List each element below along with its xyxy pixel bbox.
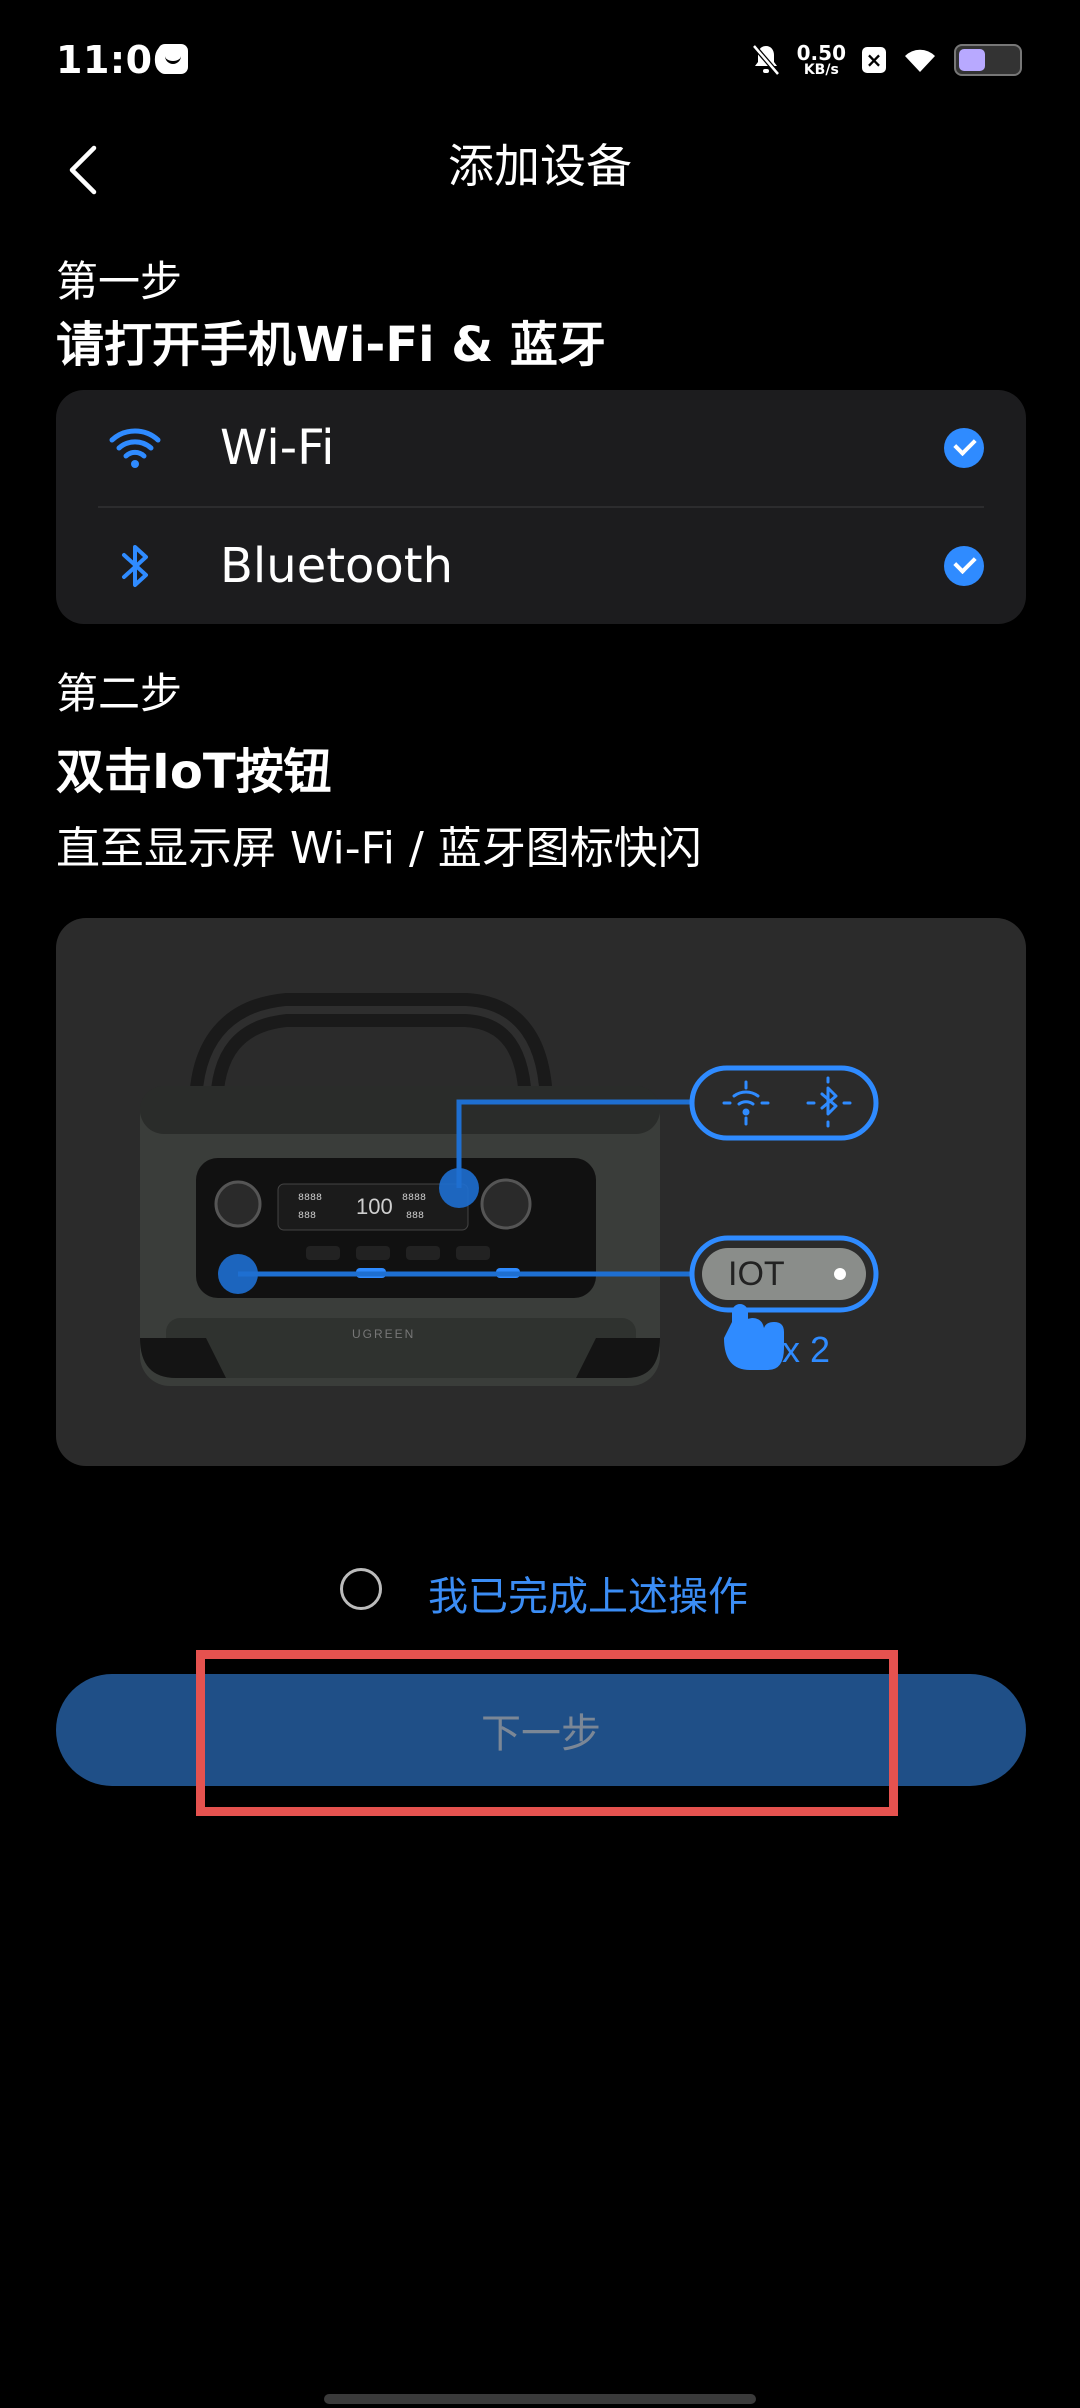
message-notification-icon bbox=[158, 44, 188, 74]
step2-title: 双击IoT按钮 bbox=[56, 744, 332, 800]
battery-icon bbox=[954, 44, 1022, 76]
wifi-permission-row[interactable]: Wi-Fi bbox=[56, 390, 1026, 506]
wifi-icon bbox=[109, 428, 161, 468]
step1-label: 第一步 bbox=[56, 257, 183, 306]
status-icons: 0.50 KB/s × bbox=[751, 38, 1022, 82]
step2-label: 第二步 bbox=[56, 669, 183, 718]
close-notification-icon: × bbox=[862, 47, 886, 73]
page-title: 添加设备 bbox=[448, 139, 632, 193]
bluetooth-permission-row[interactable]: Bluetooth bbox=[56, 508, 1026, 624]
tap-count: x 2 bbox=[782, 1329, 830, 1370]
svg-text:888: 888 bbox=[298, 1211, 316, 1222]
power-station-illustration: 100 8888888 8888888 UGREEN IOT x 2 bbox=[140, 993, 879, 1386]
device-illustration: 100 8888 888 8888 888 UGREEN IOT x 2 bbox=[56, 918, 1026, 1466]
step2-description: 直至显示屏 Wi-Fi / 蓝牙图标快闪 bbox=[56, 823, 702, 874]
display-number: 100 bbox=[356, 1194, 393, 1219]
highlight-box bbox=[196, 1650, 898, 1816]
bluetooth-check-icon bbox=[944, 546, 984, 586]
confirm-radio[interactable] bbox=[340, 1568, 382, 1610]
bluetooth-label: Bluetooth bbox=[220, 538, 454, 594]
net-speed-value: 0.50 bbox=[796, 41, 846, 65]
svg-text:8888: 8888 bbox=[298, 1193, 322, 1204]
confirm-label[interactable]: 我已完成上述操作 bbox=[428, 1564, 748, 1622]
net-speed-unit: KB/s bbox=[803, 62, 839, 78]
tap-hand-icon bbox=[724, 1304, 784, 1370]
wifi-label: Wi-Fi bbox=[220, 420, 335, 476]
svg-text:888: 888 bbox=[406, 1211, 424, 1222]
svg-text:8888: 8888 bbox=[402, 1193, 426, 1204]
bell-muted-icon bbox=[751, 44, 780, 76]
step1-title: 请打开手机Wi-Fi & 蓝牙 bbox=[56, 317, 606, 373]
home-indicator[interactable] bbox=[324, 2394, 756, 2404]
iot-button-label: IOT bbox=[728, 1255, 785, 1293]
battery-fill bbox=[959, 49, 985, 71]
brand-logo: UGREEN bbox=[352, 1327, 415, 1341]
wifi-status-icon bbox=[905, 49, 935, 72]
permissions-card: Wi-Fi Bluetooth bbox=[56, 390, 1026, 624]
wifi-check-icon bbox=[944, 428, 984, 468]
net-speed: 0.50 KB/s bbox=[797, 43, 846, 77]
bluetooth-icon bbox=[122, 545, 148, 587]
